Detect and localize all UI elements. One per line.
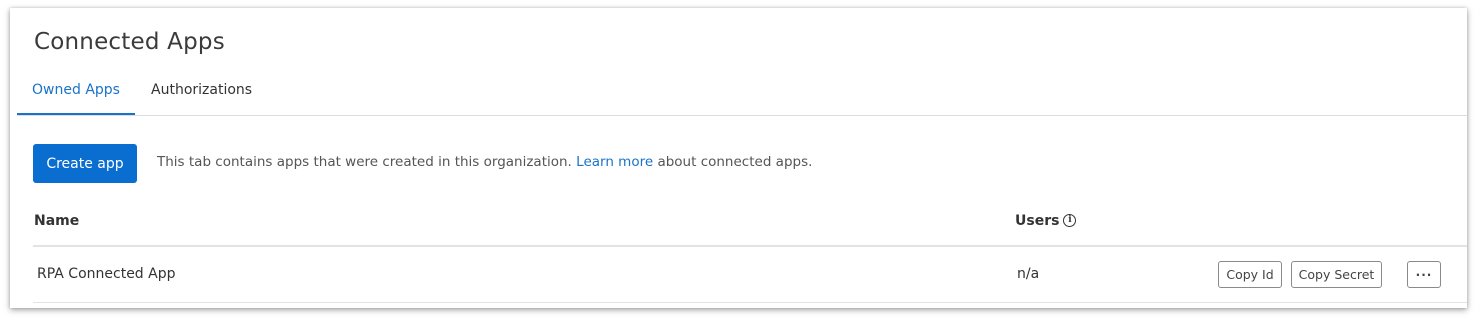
info-icon[interactable]: i xyxy=(1063,214,1077,227)
tab-owned-apps[interactable]: Owned Apps xyxy=(17,78,135,116)
column-header-users: Users i xyxy=(1015,213,1077,229)
tab-authorizations[interactable]: Authorizations xyxy=(151,78,252,116)
copy-id-button[interactable]: Copy Id xyxy=(1218,261,1282,288)
tab-owned-apps-label: Owned Apps xyxy=(32,82,120,98)
column-header-users-label: Users xyxy=(1015,213,1060,229)
learn-more-link[interactable]: Learn more xyxy=(576,154,653,170)
column-header-name: Name xyxy=(34,213,79,229)
info-text-suffix: about connected apps. xyxy=(657,154,813,170)
tabs-divider xyxy=(17,115,1467,116)
copy-secret-button[interactable]: Copy Secret xyxy=(1291,261,1382,288)
tab-bar: Owned Apps Authorizations xyxy=(17,78,1467,116)
info-text-prefix: This tab contains apps that were created… xyxy=(157,154,572,170)
more-options-icon[interactable]: ··· xyxy=(1407,261,1441,288)
connected-apps-panel: Connected Apps Owned Apps Authorizations… xyxy=(10,8,1467,308)
create-app-button[interactable]: Create app xyxy=(33,144,137,183)
column-header-name-label: Name xyxy=(34,213,80,229)
info-text: This tab contains apps that were created… xyxy=(157,154,812,170)
page-title: Connected Apps xyxy=(34,29,225,55)
users-cell: n/a xyxy=(1017,266,1040,282)
table-row: RPA Connected App n/a Copy Id Copy Secre… xyxy=(33,247,1467,302)
row-divider xyxy=(33,302,1467,303)
app-name-cell: RPA Connected App xyxy=(37,266,176,282)
tab-authorizations-label: Authorizations xyxy=(151,82,253,98)
